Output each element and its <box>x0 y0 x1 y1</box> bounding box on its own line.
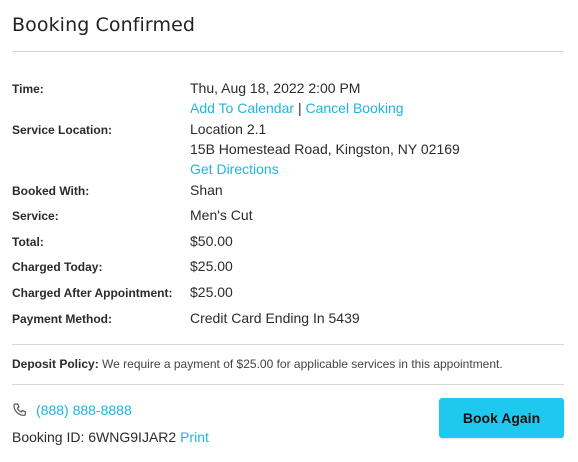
link-separator: | <box>297 100 302 116</box>
booking-id-row: Booking ID: 6WNG9IJAR2 Print <box>12 429 209 445</box>
title-divider <box>12 51 564 52</box>
book-again-button[interactable]: Book Again <box>439 398 564 438</box>
deposit-policy: Deposit Policy: We require a payment of … <box>12 357 503 371</box>
payment-method-label: Payment Method: <box>12 312 113 326</box>
payment-method-value: Credit Card Ending In 5439 <box>190 310 360 326</box>
total-value: $50.00 <box>190 233 233 249</box>
charged-today-value: $25.00 <box>190 258 233 274</box>
booked-with-label: Booked With: <box>12 184 90 198</box>
policy-divider <box>12 384 564 385</box>
calendar-links: Add To Calendar | Cancel Booking <box>190 100 404 116</box>
add-to-calendar-link[interactable]: Add To Calendar <box>190 100 294 116</box>
get-directions-link[interactable]: Get Directions <box>190 161 279 177</box>
time-value: Thu, Aug 18, 2022 2:00 PM <box>190 80 361 96</box>
phone-row: (888) 888-8888 <box>12 402 132 418</box>
service-location-label: Service Location: <box>12 123 113 137</box>
booked-with-value: Shan <box>190 182 223 198</box>
deposit-policy-text: We require a payment of $25.00 for appli… <box>102 357 503 371</box>
details-divider <box>12 344 564 345</box>
location-name: Location 2.1 <box>190 121 267 137</box>
booking-id-label: Booking ID: <box>12 429 85 445</box>
deposit-policy-label: Deposit Policy: <box>12 357 99 371</box>
cancel-booking-link[interactable]: Cancel Booking <box>305 100 403 116</box>
service-label: Service: <box>12 209 59 223</box>
print-link[interactable]: Print <box>180 429 209 445</box>
page-title: Booking Confirmed <box>12 14 196 36</box>
booking-id-value: 6WNG9IJAR2 <box>88 429 177 445</box>
phone-link[interactable]: (888) 888-8888 <box>36 402 132 418</box>
charged-after-label: Charged After Appointment: <box>12 286 173 300</box>
service-value: Men's Cut <box>190 207 253 223</box>
location-address: 15B Homestead Road, Kingston, NY 02169 <box>190 141 460 157</box>
charged-today-label: Charged Today: <box>12 260 103 274</box>
charged-after-value: $25.00 <box>190 284 233 300</box>
time-label: Time: <box>12 82 44 96</box>
total-label: Total: <box>12 235 44 249</box>
phone-icon <box>12 402 28 418</box>
